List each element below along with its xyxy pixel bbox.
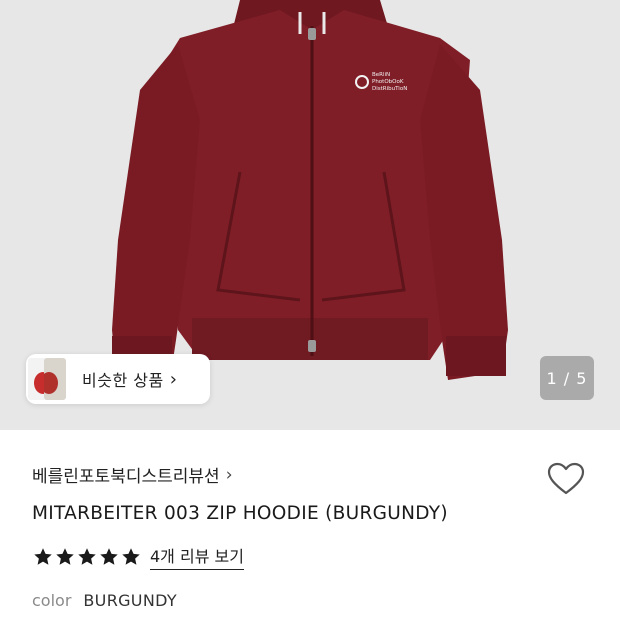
reviews-link[interactable]: 4개 리뷰 보기: [150, 543, 244, 570]
color-value: BURGUNDY: [83, 591, 177, 610]
image-pager: 1 / 5: [540, 356, 594, 400]
similar-thumbnails: [26, 354, 68, 404]
similar-products-label: 비슷한 상품: [82, 371, 164, 390]
color-row: color BURGUNDY: [32, 591, 177, 610]
star-icon: [100, 547, 118, 565]
brand-name: 베를린포토북디스트리뷰션: [32, 467, 220, 487]
star-rating: [32, 546, 142, 568]
rating-row: 4개 리뷰 보기: [32, 543, 244, 570]
chevron-right-icon: ›: [225, 464, 233, 485]
color-label: color: [32, 591, 72, 610]
star-icon: [56, 547, 74, 565]
product-image-area[interactable]: BeRliN PhotObOoK DistRibuTioN 비슷한 상품 › 1…: [0, 0, 620, 430]
logo-line-3: DistRibuTioN: [372, 86, 407, 92]
logo-line-1: BeRliN: [372, 72, 390, 78]
logo-line-2: PhotObOoK: [372, 79, 404, 85]
similar-thumb-2: [44, 358, 66, 400]
star-icon: [78, 547, 96, 565]
heart-icon[interactable]: [546, 460, 586, 500]
star-icon: [122, 547, 140, 565]
chevron-right-icon: ›: [169, 368, 177, 390]
brand-link[interactable]: 베를린포토북디스트리뷰션 ›: [32, 462, 233, 488]
product-title: MITARBEITER 003 ZIP HOODIE (BURGUNDY): [32, 503, 448, 524]
similar-products-button[interactable]: 비슷한 상품 ›: [26, 354, 210, 404]
star-icon: [34, 547, 52, 565]
